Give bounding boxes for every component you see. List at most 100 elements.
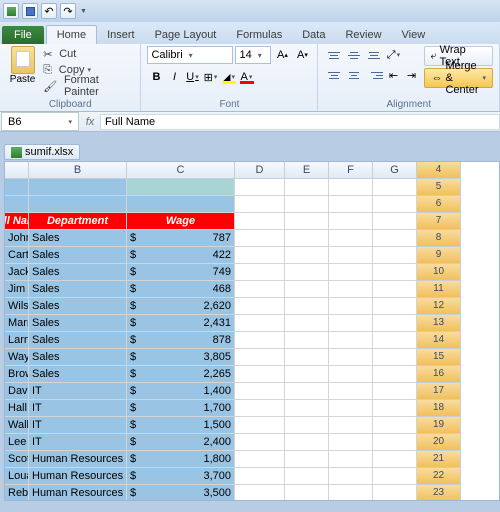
row-header[interactable]: 13 <box>417 315 461 332</box>
cell[interactable] <box>29 179 127 196</box>
cell-name[interactable]: Marry Christine <box>5 315 29 332</box>
cell-name[interactable]: Lee Carl <box>5 434 29 451</box>
formula-input[interactable]: Full Name <box>100 114 500 130</box>
cell-name[interactable]: Rebecca Laura <box>5 485 29 501</box>
font-name-select[interactable]: Calibri▾ <box>147 46 233 64</box>
cell-wage[interactable]: $3,500 <box>127 485 235 501</box>
cell-name[interactable]: Jack Lois <box>5 264 29 281</box>
workbook-tab[interactable]: sumif.xlsx <box>4 144 80 160</box>
align-top-button[interactable] <box>324 46 344 64</box>
worksheet[interactable]: BCDEFG456Full NameDepartmentWage7John Du… <box>4 161 500 501</box>
row-header[interactable]: 7 <box>417 213 461 230</box>
tab-review[interactable]: Review <box>335 26 391 44</box>
align-right-button[interactable] <box>364 66 384 84</box>
cell[interactable] <box>373 230 417 247</box>
cell[interactable] <box>373 434 417 451</box>
cell-wage[interactable]: $3,700 <box>127 468 235 485</box>
save-icon[interactable] <box>22 3 38 19</box>
cell[interactable] <box>329 213 373 230</box>
row-header[interactable]: 6 <box>417 196 461 213</box>
cell-wage[interactable]: $422 <box>127 247 235 264</box>
excel-icon[interactable] <box>3 3 19 19</box>
cell[interactable] <box>329 451 373 468</box>
cell[interactable] <box>373 315 417 332</box>
cell[interactable] <box>235 485 285 501</box>
cell[interactable] <box>235 281 285 298</box>
undo-icon[interactable]: ↶ <box>41 3 57 19</box>
row-header[interactable]: 20 <box>417 434 461 451</box>
merge-center-button[interactable]: ⇔Merge & Center▾ <box>424 68 493 88</box>
qat-customize-icon[interactable]: ▼ <box>80 8 87 15</box>
cell-wage[interactable]: $2,431 <box>127 315 235 332</box>
cell-dept[interactable]: Human Resources <box>29 485 127 501</box>
cell[interactable] <box>373 400 417 417</box>
cell-name[interactable]: Hall Marone <box>5 400 29 417</box>
cell[interactable] <box>329 230 373 247</box>
cell[interactable] <box>5 196 29 213</box>
cell-dept[interactable]: IT <box>29 417 127 434</box>
orientation-button[interactable]: ⤢▾ <box>384 46 402 64</box>
format-painter-button[interactable]: 🖌 Format Painter <box>43 78 134 94</box>
cell-dept[interactable]: Human Resources <box>29 468 127 485</box>
cell[interactable] <box>285 264 329 281</box>
cell-wage[interactable]: $2,620 <box>127 298 235 315</box>
cell[interactable] <box>373 349 417 366</box>
header-wage[interactable]: Wage <box>127 213 235 230</box>
cell[interactable] <box>235 383 285 400</box>
cell[interactable] <box>285 485 329 501</box>
cell[interactable] <box>285 298 329 315</box>
cell[interactable] <box>373 298 417 315</box>
cell-name[interactable]: Louan Jeremy <box>5 468 29 485</box>
col-header[interactable]: B <box>29 162 127 179</box>
tab-file[interactable]: File <box>2 26 44 44</box>
font-color-button[interactable]: A▾ <box>237 68 255 86</box>
cell-name[interactable]: Wayne Leung <box>5 349 29 366</box>
cell[interactable] <box>285 451 329 468</box>
cell[interactable] <box>235 315 285 332</box>
cell-name[interactable]: Carter Kim <box>5 247 29 264</box>
cell[interactable] <box>329 298 373 315</box>
cell[interactable] <box>235 264 285 281</box>
cell-wage[interactable]: $468 <box>127 281 235 298</box>
cell[interactable] <box>285 213 329 230</box>
cell-dept[interactable]: Sales <box>29 230 127 247</box>
cell[interactable] <box>285 383 329 400</box>
cell[interactable] <box>235 451 285 468</box>
cell-name[interactable]: Wilson Kerry <box>5 298 29 315</box>
row-header[interactable]: 8 <box>417 230 461 247</box>
cell[interactable] <box>373 468 417 485</box>
cell[interactable] <box>373 366 417 383</box>
col-header[interactable]: E <box>285 162 329 179</box>
cell[interactable] <box>285 434 329 451</box>
cell[interactable] <box>373 417 417 434</box>
align-left-button[interactable] <box>324 66 344 84</box>
cell[interactable] <box>329 247 373 264</box>
row-header[interactable]: 14 <box>417 332 461 349</box>
cell-dept[interactable]: Sales <box>29 315 127 332</box>
row-header[interactable]: 23 <box>417 485 461 501</box>
row-header[interactable]: 9 <box>417 247 461 264</box>
header-department[interactable]: Department <box>29 213 127 230</box>
cell[interactable] <box>235 332 285 349</box>
cell[interactable] <box>329 400 373 417</box>
cell-wage[interactable]: $749 <box>127 264 235 281</box>
cell[interactable] <box>329 383 373 400</box>
align-center-button[interactable] <box>344 66 364 84</box>
cell[interactable] <box>373 485 417 501</box>
cell[interactable] <box>285 247 329 264</box>
cell[interactable] <box>285 315 329 332</box>
cell[interactable] <box>329 349 373 366</box>
cell-name[interactable]: Jim Fitts <box>5 281 29 298</box>
cell[interactable] <box>235 179 285 196</box>
cell[interactable] <box>373 179 417 196</box>
cell-wage[interactable]: $1,800 <box>127 451 235 468</box>
cell-dept[interactable]: Sales <box>29 366 127 383</box>
row-header[interactable]: 19 <box>417 417 461 434</box>
cell-wage[interactable]: $2,400 <box>127 434 235 451</box>
cell-dept[interactable]: Sales <box>29 349 127 366</box>
col-header[interactable]: G <box>373 162 417 179</box>
cell[interactable] <box>235 196 285 213</box>
cell-wage[interactable]: $878 <box>127 332 235 349</box>
row-header[interactable]: 17 <box>417 383 461 400</box>
cell-name[interactable]: Brown Leanne <box>5 366 29 383</box>
